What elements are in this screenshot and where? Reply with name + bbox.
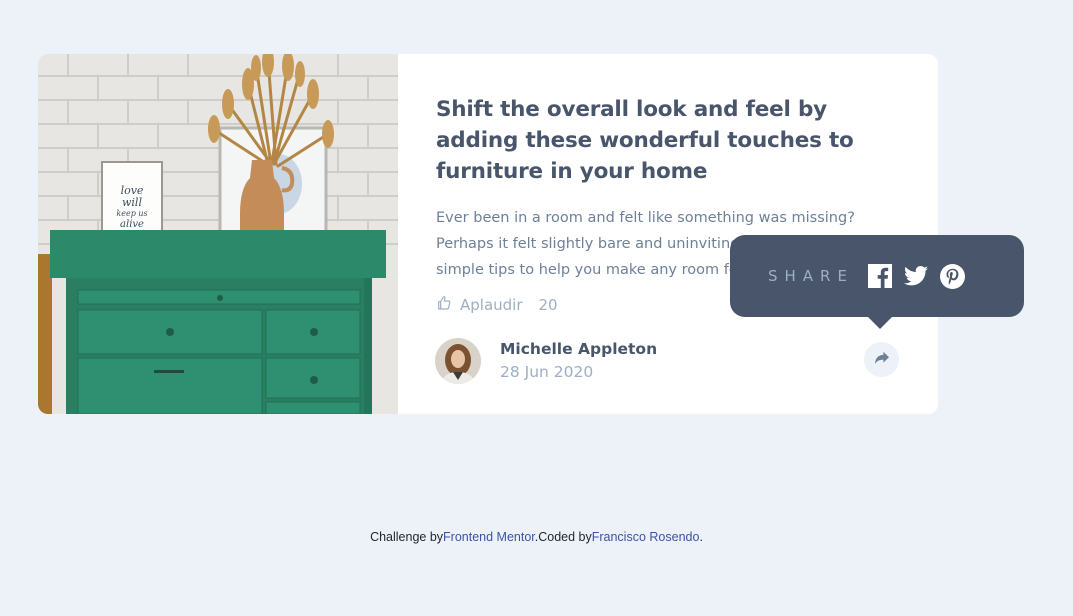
applaud-label: Aplaudir [460,296,523,314]
svg-text:will: will [122,196,142,209]
author-date: 28 Jun 2020 [500,363,594,381]
attribution-footer: Challenge byFrontend Mentor.Coded byFran… [0,530,1073,544]
share-tooltip: SHARE [730,235,1024,329]
article-card: love will keep us alive Shift the overal… [38,54,938,414]
social-links [867,263,965,289]
footer-prefix: Challenge by [370,530,444,544]
svg-text:keep us: keep us [116,209,147,218]
author-block: Michelle Appleton 28 Jun 2020 [435,338,657,384]
pinterest-icon[interactable] [939,263,965,289]
facebook-icon[interactable] [867,264,892,288]
thumbs-up-icon [436,295,452,315]
article-content: Shift the overall look and feel by addin… [398,54,938,414]
article-image: love will keep us alive [38,54,398,414]
share-label: SHARE [768,267,854,285]
twitter-icon[interactable] [903,266,928,286]
footer-middle: .Coded by [534,530,592,544]
share-arrow-icon [874,350,890,369]
avatar [435,338,481,384]
frontend-mentor-link[interactable]: Frontend Mentor [443,530,535,544]
coder-link[interactable]: Francisco Rosendo [592,530,700,544]
footer-suffix: . [699,530,703,544]
applaud-count: 20 [538,296,558,314]
article-title: Shift the overall look and feel by addin… [436,97,854,184]
svg-text:alive: alive [120,219,144,230]
author-name: Michelle Appleton [500,340,658,358]
share-button[interactable] [864,342,899,377]
